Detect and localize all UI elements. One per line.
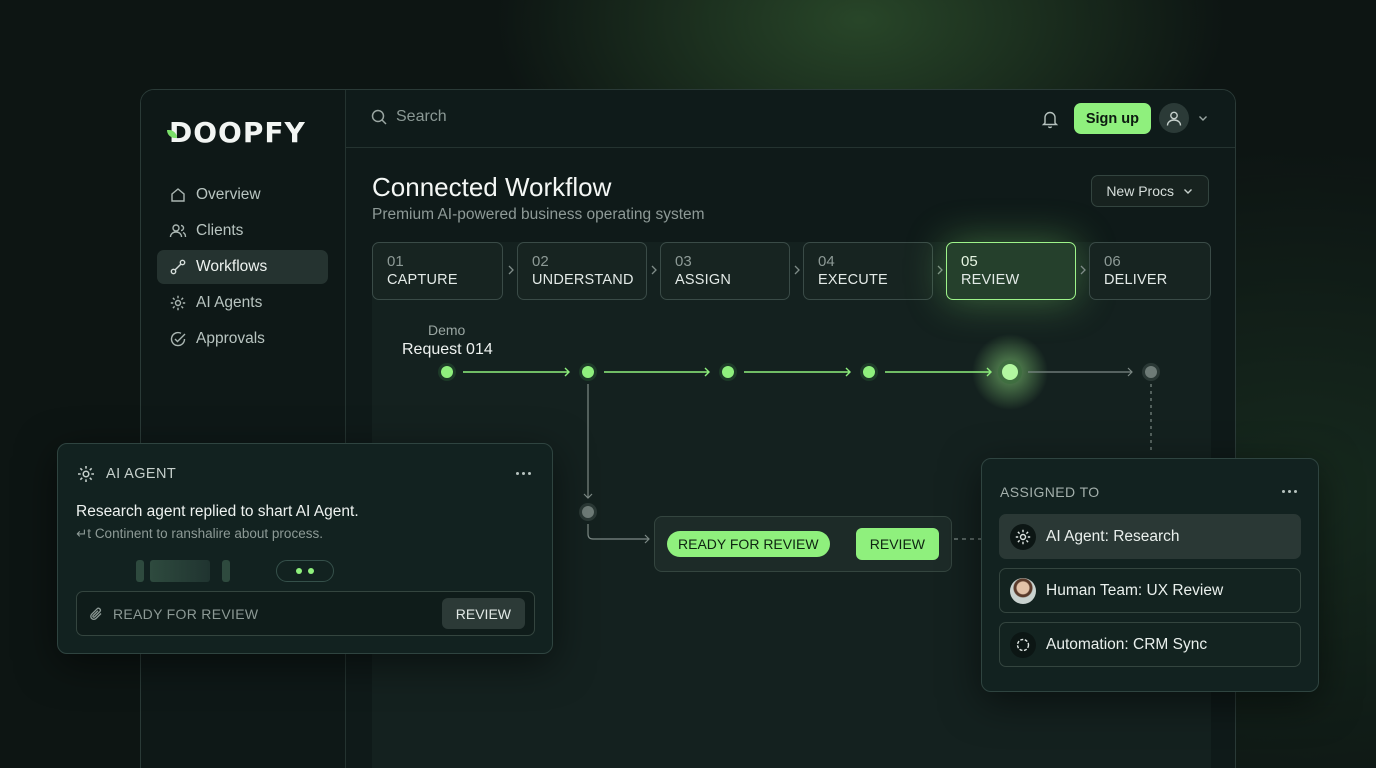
assignee-human-team-ux-review[interactable]: Human Team: UX Review	[999, 568, 1301, 613]
logo-text: DOOPFY	[169, 116, 306, 149]
review-button[interactable]: REVIEW	[855, 528, 939, 560]
assignee-label: Human Team: UX Review	[1046, 581, 1224, 599]
flow-node-5	[998, 360, 1022, 384]
sidebar-item-ai-agents[interactable]: AI Agents	[157, 286, 328, 320]
assignee-label: AI Agent: Research	[1046, 527, 1180, 545]
assignee-ai-agent-research[interactable]: AI Agent: Research	[999, 514, 1301, 559]
flow-node-2	[579, 363, 597, 381]
user-icon	[1166, 111, 1182, 126]
gear-icon	[76, 464, 96, 484]
workflow-icon	[169, 258, 187, 276]
ai-agent-title: AI AGENT	[106, 466, 177, 482]
page-title: Connected Workflow	[372, 172, 612, 202]
flow-node-6	[1142, 363, 1160, 381]
agent-submessage: ↵t Continent to ranshalire about process…	[76, 526, 323, 541]
agent-reply-input[interactable]: READY FOR REVIEW REVIEW	[76, 591, 535, 636]
assignee-automation-crm-sync[interactable]: Automation: CRM Sync	[999, 622, 1301, 667]
review-button[interactable]: REVIEW	[441, 598, 525, 629]
new-process-label: New Procs	[1106, 183, 1174, 199]
paperclip-icon[interactable]	[88, 606, 104, 622]
sidebar: DOOPFY Overview Clients Workflows AI Age…	[141, 90, 346, 768]
gear-icon	[169, 294, 187, 312]
review-task-card[interactable]: READY FOR REVIEW REVIEW	[654, 516, 952, 572]
topbar: Search Sign up	[346, 90, 1235, 148]
sidebar-item-label: Workflows	[196, 258, 268, 275]
sidebar-item-approvals[interactable]: Approvals	[157, 322, 328, 356]
sidebar-item-label: Approvals	[196, 330, 265, 347]
sidebar-item-clients[interactable]: Clients	[157, 214, 328, 248]
home-icon	[169, 186, 187, 204]
logo[interactable]: DOOPFY	[167, 116, 306, 149]
ai-agent-card: AI AGENT Research agent replied to shart…	[57, 443, 553, 654]
assigned-to-card: ASSIGNED TO AI Agent: Research Human Tea…	[981, 458, 1319, 692]
sidebar-item-overview[interactable]: Overview	[157, 178, 328, 212]
flow-node-1	[438, 363, 456, 381]
sidebar-item-workflows[interactable]: Workflows	[157, 250, 328, 284]
flow-node-4	[860, 363, 878, 381]
status-badge: READY FOR REVIEW	[667, 531, 830, 557]
check-circle-icon	[169, 330, 187, 348]
assignee-label: Automation: CRM Sync	[1046, 635, 1208, 653]
avatar[interactable]	[1159, 103, 1189, 133]
page-subtitle: Premium AI-powered business operating sy…	[372, 206, 705, 223]
input-placeholder: READY FOR REVIEW	[113, 606, 259, 622]
new-process-dropdown[interactable]: New Procs	[1091, 175, 1209, 207]
sidebar-item-label: Overview	[196, 186, 261, 203]
assigned-to-title: ASSIGNED TO	[1000, 484, 1100, 500]
search-input[interactable]: Search	[370, 108, 447, 126]
agent-message: Research agent replied to shart AI Agent…	[76, 503, 359, 520]
more-icon[interactable]	[516, 472, 531, 475]
flow-node-3	[719, 363, 737, 381]
ai-agent-header: AI AGENT	[76, 464, 176, 484]
chevron-down-icon	[1182, 185, 1194, 197]
search-placeholder: Search	[396, 108, 447, 125]
bell-icon[interactable]	[1041, 109, 1059, 129]
sign-up-button[interactable]: Sign up	[1073, 103, 1151, 134]
avatar	[1010, 577, 1036, 604]
sidebar-item-label: Clients	[196, 222, 244, 239]
sidebar-nav: Overview Clients Workflows AI Agents App…	[157, 178, 328, 358]
search-icon	[370, 108, 388, 126]
users-icon	[169, 222, 187, 240]
sync-icon	[1010, 631, 1036, 658]
more-icon[interactable]	[1282, 490, 1297, 493]
chevron-down-icon[interactable]	[1197, 112, 1209, 124]
gear-icon	[1010, 523, 1036, 550]
flow-node-branch	[579, 503, 597, 521]
sidebar-item-label: AI Agents	[196, 294, 263, 311]
